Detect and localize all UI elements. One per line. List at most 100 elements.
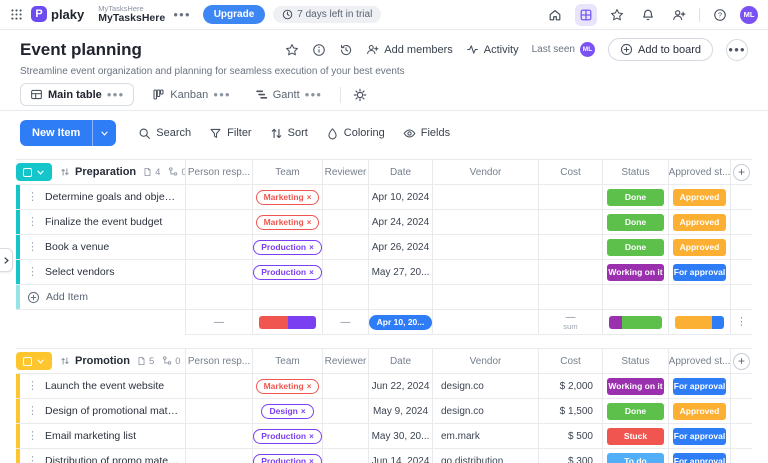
add-item-cell[interactable]: Add Item [16,285,185,310]
add-members-button[interactable]: Add members [366,43,452,56]
sort-button[interactable]: Sort [270,127,308,140]
cell-cost[interactable]: $ 1,500 [538,399,602,424]
board-more-menu[interactable]: ●●● [726,39,748,61]
cell-cost[interactable] [538,185,602,210]
cell-reviewer[interactable] [322,185,368,210]
cell-approved-status[interactable]: Approved [668,399,730,424]
row-menu-icon[interactable]: ⋮ [27,267,38,278]
column-header[interactable]: Reviewer [322,159,368,185]
cell-person-responsible[interactable] [185,374,252,399]
cell-date[interactable]: Jun 14, 2024 [368,449,432,463]
favorite-board-icon[interactable] [285,43,299,57]
approved-status-label[interactable]: For approval [673,453,726,463]
row-menu-icon[interactable]: ⋮ [27,217,38,228]
column-header[interactable]: Person resp... [185,348,252,374]
add-column-button[interactable]: + [730,348,752,374]
team-tag[interactable]: Marketing× [256,379,320,394]
cell-vendor[interactable] [432,185,538,210]
cell-date[interactable]: May 30, 20... [368,424,432,449]
cell-person-responsible[interactable] [185,399,252,424]
column-header[interactable]: Vendor [432,348,538,374]
cell-status[interactable]: Done [602,235,668,260]
remove-tag-icon[interactable]: × [309,457,314,463]
team-tag[interactable]: Production× [253,454,322,463]
status-label[interactable]: Done [607,403,664,420]
user-avatar[interactable]: ML [740,6,758,24]
column-header[interactable]: Vendor [432,159,538,185]
item-name-cell[interactable]: ⋮Email marketing list [16,424,185,449]
column-header[interactable]: Date [368,348,432,374]
remove-tag-icon[interactable]: × [307,382,312,391]
tab-options-icon[interactable]: ●●● [213,90,231,99]
cell-date[interactable]: Apr 26, 2024 [368,235,432,260]
remove-tag-icon[interactable]: × [307,218,312,227]
item-name-cell[interactable]: ⋮Finalize the event budget [16,210,185,235]
cell-reviewer[interactable] [322,449,368,463]
cell-date[interactable]: Jun 22, 2024 [368,374,432,399]
item-name-cell[interactable]: ⋮Determine goals and objectives [16,185,185,210]
cell-reviewer[interactable] [322,374,368,399]
tab-main-table[interactable]: Main table ●●● [20,83,134,106]
group-collapse-control[interactable] [16,163,52,181]
invite-members-icon[interactable] [668,4,690,26]
cell-vendor[interactable]: design.co [432,374,538,399]
cell-date[interactable]: May 9, 2024 [368,399,432,424]
cell-status[interactable]: Done [602,210,668,235]
group-select-checkbox[interactable] [23,168,32,177]
cell-vendor[interactable]: em.mark [432,424,538,449]
cell-person-responsible[interactable] [185,424,252,449]
item-name-cell[interactable]: ⋮Design of promotional material [16,399,185,424]
row-menu-icon[interactable]: ⋮ [27,192,38,203]
cell-team[interactable]: Production× [252,260,322,285]
help-icon[interactable]: ? [709,4,731,26]
coloring-button[interactable]: Coloring [326,127,385,140]
views-settings-icon[interactable] [353,88,367,102]
cell-cost[interactable] [538,260,602,285]
group-collapse-control[interactable] [16,352,52,370]
status-label[interactable]: Done [607,189,664,206]
cell-cost[interactable]: $ 2,000 [538,374,602,399]
activity-button[interactable]: Activity [466,43,519,56]
approved-status-label[interactable]: For approval [673,264,726,281]
approved-status-label[interactable]: For approval [673,378,726,395]
tab-kanban[interactable]: Kanban ●●● [146,84,236,105]
search-button[interactable]: Search [138,127,191,140]
cell-team[interactable]: Production× [252,449,322,463]
add-item-button[interactable]: Add Item [27,291,88,304]
team-tag[interactable]: Marketing× [256,190,320,205]
group-sort-icon[interactable] [60,167,70,177]
sidebar-expand-button[interactable] [0,248,13,272]
row-menu-icon[interactable]: ⋮ [27,406,38,417]
apps-grid-icon[interactable] [10,8,23,21]
cell-approved-status[interactable]: For approval [668,374,730,399]
cell-cost[interactable] [538,235,602,260]
cell-status[interactable]: Stuck [602,424,668,449]
cell-reviewer[interactable] [322,399,368,424]
column-header[interactable]: Reviewer [322,348,368,374]
cell-vendor[interactable]: design.co [432,399,538,424]
item-name-cell[interactable]: ⋮Launch the event website [16,374,185,399]
summary-menu[interactable]: ⋮ [730,310,752,335]
approved-status-label[interactable]: For approval [673,428,726,445]
team-tag[interactable]: Marketing× [256,215,320,230]
column-header[interactable]: Team [252,159,322,185]
cell-person-responsible[interactable] [185,235,252,260]
cell-approved-status[interactable]: For approval [668,449,730,463]
board-info-icon[interactable] [312,43,326,57]
status-label[interactable]: Done [607,214,664,231]
group-sort-icon[interactable] [60,356,70,366]
remove-tag-icon[interactable]: × [301,407,306,416]
cell-team[interactable]: Production× [252,424,322,449]
cell-reviewer[interactable] [322,210,368,235]
cell-date[interactable]: Apr 10, 2024 [368,185,432,210]
status-label[interactable]: Working on it [607,264,664,281]
remove-tag-icon[interactable]: × [309,243,314,252]
remove-tag-icon[interactable]: × [309,432,314,441]
cell-team[interactable]: Marketing× [252,374,322,399]
approved-status-label[interactable]: Approved [673,214,726,231]
cell-team[interactable]: Marketing× [252,185,322,210]
group-name[interactable]: Promotion [75,355,130,367]
row-menu-icon[interactable]: ⋮ [27,431,38,442]
group-name[interactable]: Preparation [75,166,136,178]
fields-button[interactable]: Fields [403,127,450,140]
